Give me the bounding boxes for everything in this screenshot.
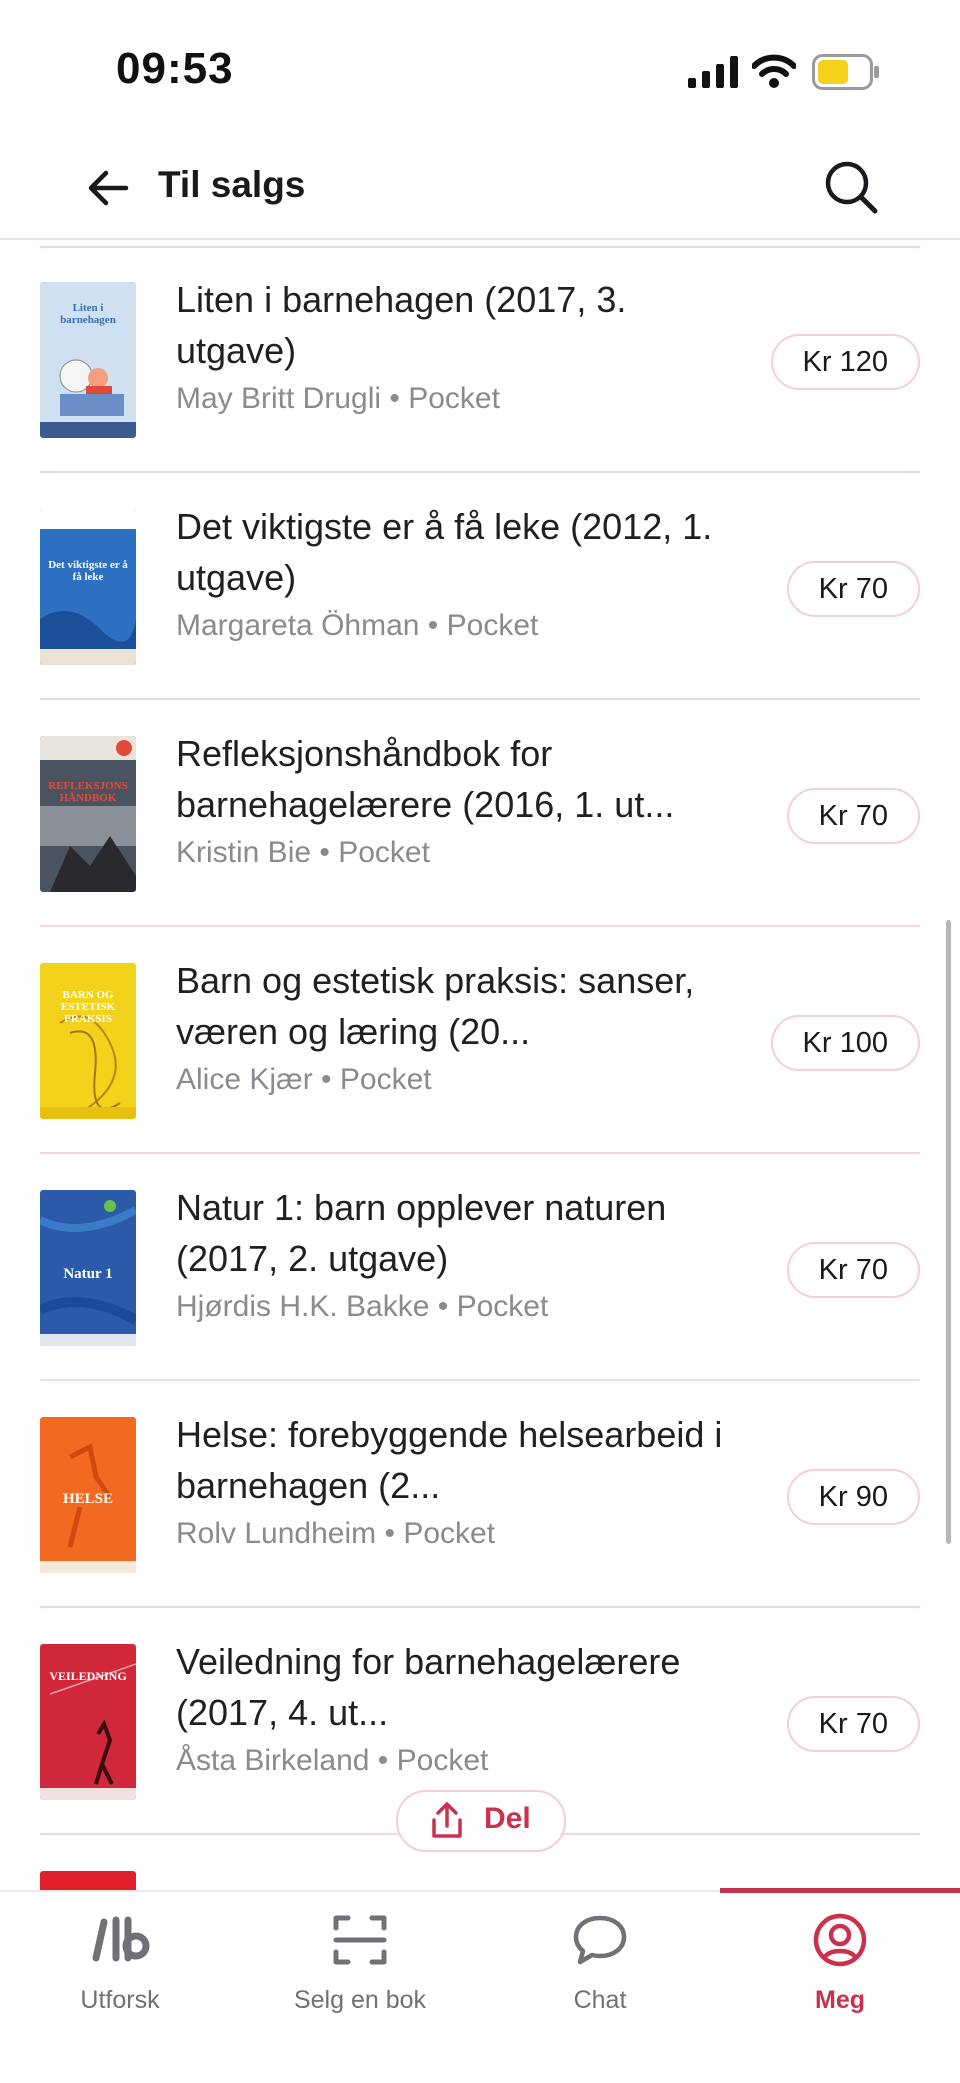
page-title: Til salgs (158, 164, 306, 205)
book-author: Kristin Bie (176, 836, 312, 869)
tab-meg[interactable]: Meg (720, 1888, 960, 2022)
cover-title: Liten i barnehagen (60, 302, 116, 326)
app-header: Til salgs (0, 140, 960, 240)
book-format: Pocket (446, 609, 539, 642)
cover-title: Natur 1 (63, 1266, 113, 1282)
share-icon (432, 1802, 462, 1838)
active-tab-indicator (720, 1888, 960, 1893)
tab-label: Meg (815, 1986, 865, 2014)
tab-label: Selg en bok (293, 1986, 427, 2014)
book-info: Liten i barnehagen (2017, 3. utgave) May… (176, 274, 736, 416)
book-meta: Rolv Lundheim • Pocket (176, 1517, 496, 1550)
book-author: Åsta Birkeland (176, 1744, 370, 1777)
cellular-signal-icon (688, 56, 738, 88)
book-cover-image: HELSE (40, 1417, 136, 1573)
book-format: Pocket (403, 1517, 496, 1550)
book-cover-image: Natur 1 (40, 1190, 136, 1346)
tab-label: Utforsk (80, 1986, 160, 2014)
book-info: Det viktigste er å få leke (2012, 1. utg… (176, 501, 736, 643)
price-badge[interactable]: Kr 70 (786, 1696, 920, 1752)
book-author: Alice Kjær (176, 1063, 313, 1096)
back-arrow-icon[interactable] (84, 164, 132, 212)
book-format: Pocket (396, 1744, 489, 1777)
book-meta: Margareta Öhman • Pocket (176, 609, 539, 642)
book-author: Margareta Öhman (176, 609, 420, 642)
cover-title: HELSE (62, 1491, 114, 1507)
book-title: Natur 1: barn opplever naturen (2017, 2.… (176, 1187, 667, 1279)
book-info: Helse: forebyggende helsearbeid i barneh… (176, 1409, 736, 1551)
book-cover-image (40, 1871, 136, 1892)
book-title: Refleksjonshåndbok for barnehagelærere (… (176, 733, 675, 825)
status-bar: 09:53 (0, 0, 960, 140)
status-time: 09:53 (116, 44, 234, 93)
book-title: Liten i barnehagen (2017, 3. utgave) (176, 279, 627, 371)
wifi-icon (752, 54, 796, 88)
book-meta: Åsta Birkeland • Pocket (176, 1744, 489, 1777)
book-cover-image: BARN OG ESTETISK PRAKSIS (40, 963, 136, 1119)
price-badge[interactable]: Kr 70 (786, 561, 920, 617)
price-badge[interactable]: Kr 70 (786, 788, 920, 844)
book-meta: Hjørdis H.K. Bakke • Pocket (176, 1290, 549, 1323)
book-list: Liten i barnehagen Liten i barnehagen (2… (0, 246, 960, 1892)
book-info: Veiledning for barnehagelærere (2017, 4.… (176, 1636, 736, 1778)
book-info: Natur 1: barn opplever naturen (2017, 2.… (176, 1182, 736, 1324)
list-item[interactable]: HELSE Helse: forebyggende helsearbeid i … (0, 1381, 960, 1608)
profile-icon (813, 1913, 867, 1967)
chat-bubble-icon (573, 1915, 627, 1965)
book-cover-image: REFLEKSJONS HÅNDBOK (40, 736, 136, 892)
battery-icon (812, 54, 879, 90)
book-title: Helse: forebyggende helsearbeid i barneh… (176, 1414, 723, 1506)
book-cover-image: Liten i barnehagen (40, 282, 136, 438)
cover-title: Det viktigste er å få leke (48, 559, 128, 583)
price-badge[interactable]: Kr 120 (770, 334, 920, 390)
list-item[interactable]: Natur 1 Natur 1: barn opplever naturen (… (0, 1154, 960, 1381)
book-format: Pocket (456, 1290, 549, 1323)
list-item[interactable]: Liten i barnehagen Liten i barnehagen (2… (0, 246, 960, 473)
share-button[interactable]: Del (396, 1790, 566, 1852)
bottom-tab-bar: Utforsk Selg en bok Chat Meg (0, 1888, 960, 2083)
book-cover-image: Det viktigste er å få leke (40, 509, 136, 665)
book-format: Pocket (408, 382, 500, 415)
book-cover-image: VEILEDNING (40, 1644, 136, 1800)
logo-icon (92, 1916, 150, 1962)
book-author: Rolv Lundheim (176, 1517, 377, 1550)
share-label: Del (484, 1802, 531, 1835)
book-meta: May Britt Drugli • Pocket (176, 382, 500, 415)
book-title: Veiledning for barnehagelærere (2017, 4.… (176, 1641, 681, 1733)
tab-selg-en-bok[interactable]: Selg en bok (240, 1892, 480, 2022)
list-item[interactable]: REFLEKSJONS HÅNDBOK Refleksjonshåndbok f… (0, 700, 960, 927)
book-author: Hjørdis H.K. Bakke (176, 1290, 430, 1323)
price-badge[interactable]: Kr 100 (770, 1015, 920, 1071)
book-title: Barn og estetisk praksis: sanser, væren … (176, 960, 695, 1052)
book-meta: Kristin Bie • Pocket (176, 836, 430, 869)
cover-title: VEILEDNING (49, 1669, 127, 1683)
cover-title: BARN OG ESTETISK PRAKSIS (60, 989, 116, 1025)
book-format: Pocket (339, 1063, 432, 1096)
cover-title: REFLEKSJONS HÅNDBOK (48, 780, 128, 804)
book-info: Refleksjonshåndbok for barnehagelærere (… (176, 728, 736, 870)
price-badge[interactable]: Kr 90 (786, 1469, 920, 1525)
book-info: Barn og estetisk praksis: sanser, væren … (176, 955, 736, 1097)
tab-chat[interactable]: Chat (480, 1892, 720, 2022)
price-badge[interactable]: Kr 70 (786, 1242, 920, 1298)
scrollbar[interactable] (946, 920, 951, 1544)
scan-icon (333, 1915, 387, 1965)
list-item[interactable]: Det viktigste er å få leke Det viktigste… (0, 473, 960, 700)
tab-utforsk[interactable]: Utforsk (0, 1892, 240, 2022)
search-icon[interactable] (822, 158, 880, 216)
book-author: May Britt Drugli (176, 382, 382, 415)
book-format: Pocket (338, 836, 430, 869)
tab-label: Chat (573, 1986, 627, 2014)
book-meta: Alice Kjær • Pocket (176, 1063, 432, 1096)
book-title: Det viktigste er å få leke (2012, 1. utg… (176, 506, 713, 598)
list-item[interactable]: BARN OG ESTETISK PRAKSIS Barn og estetis… (0, 927, 960, 1154)
